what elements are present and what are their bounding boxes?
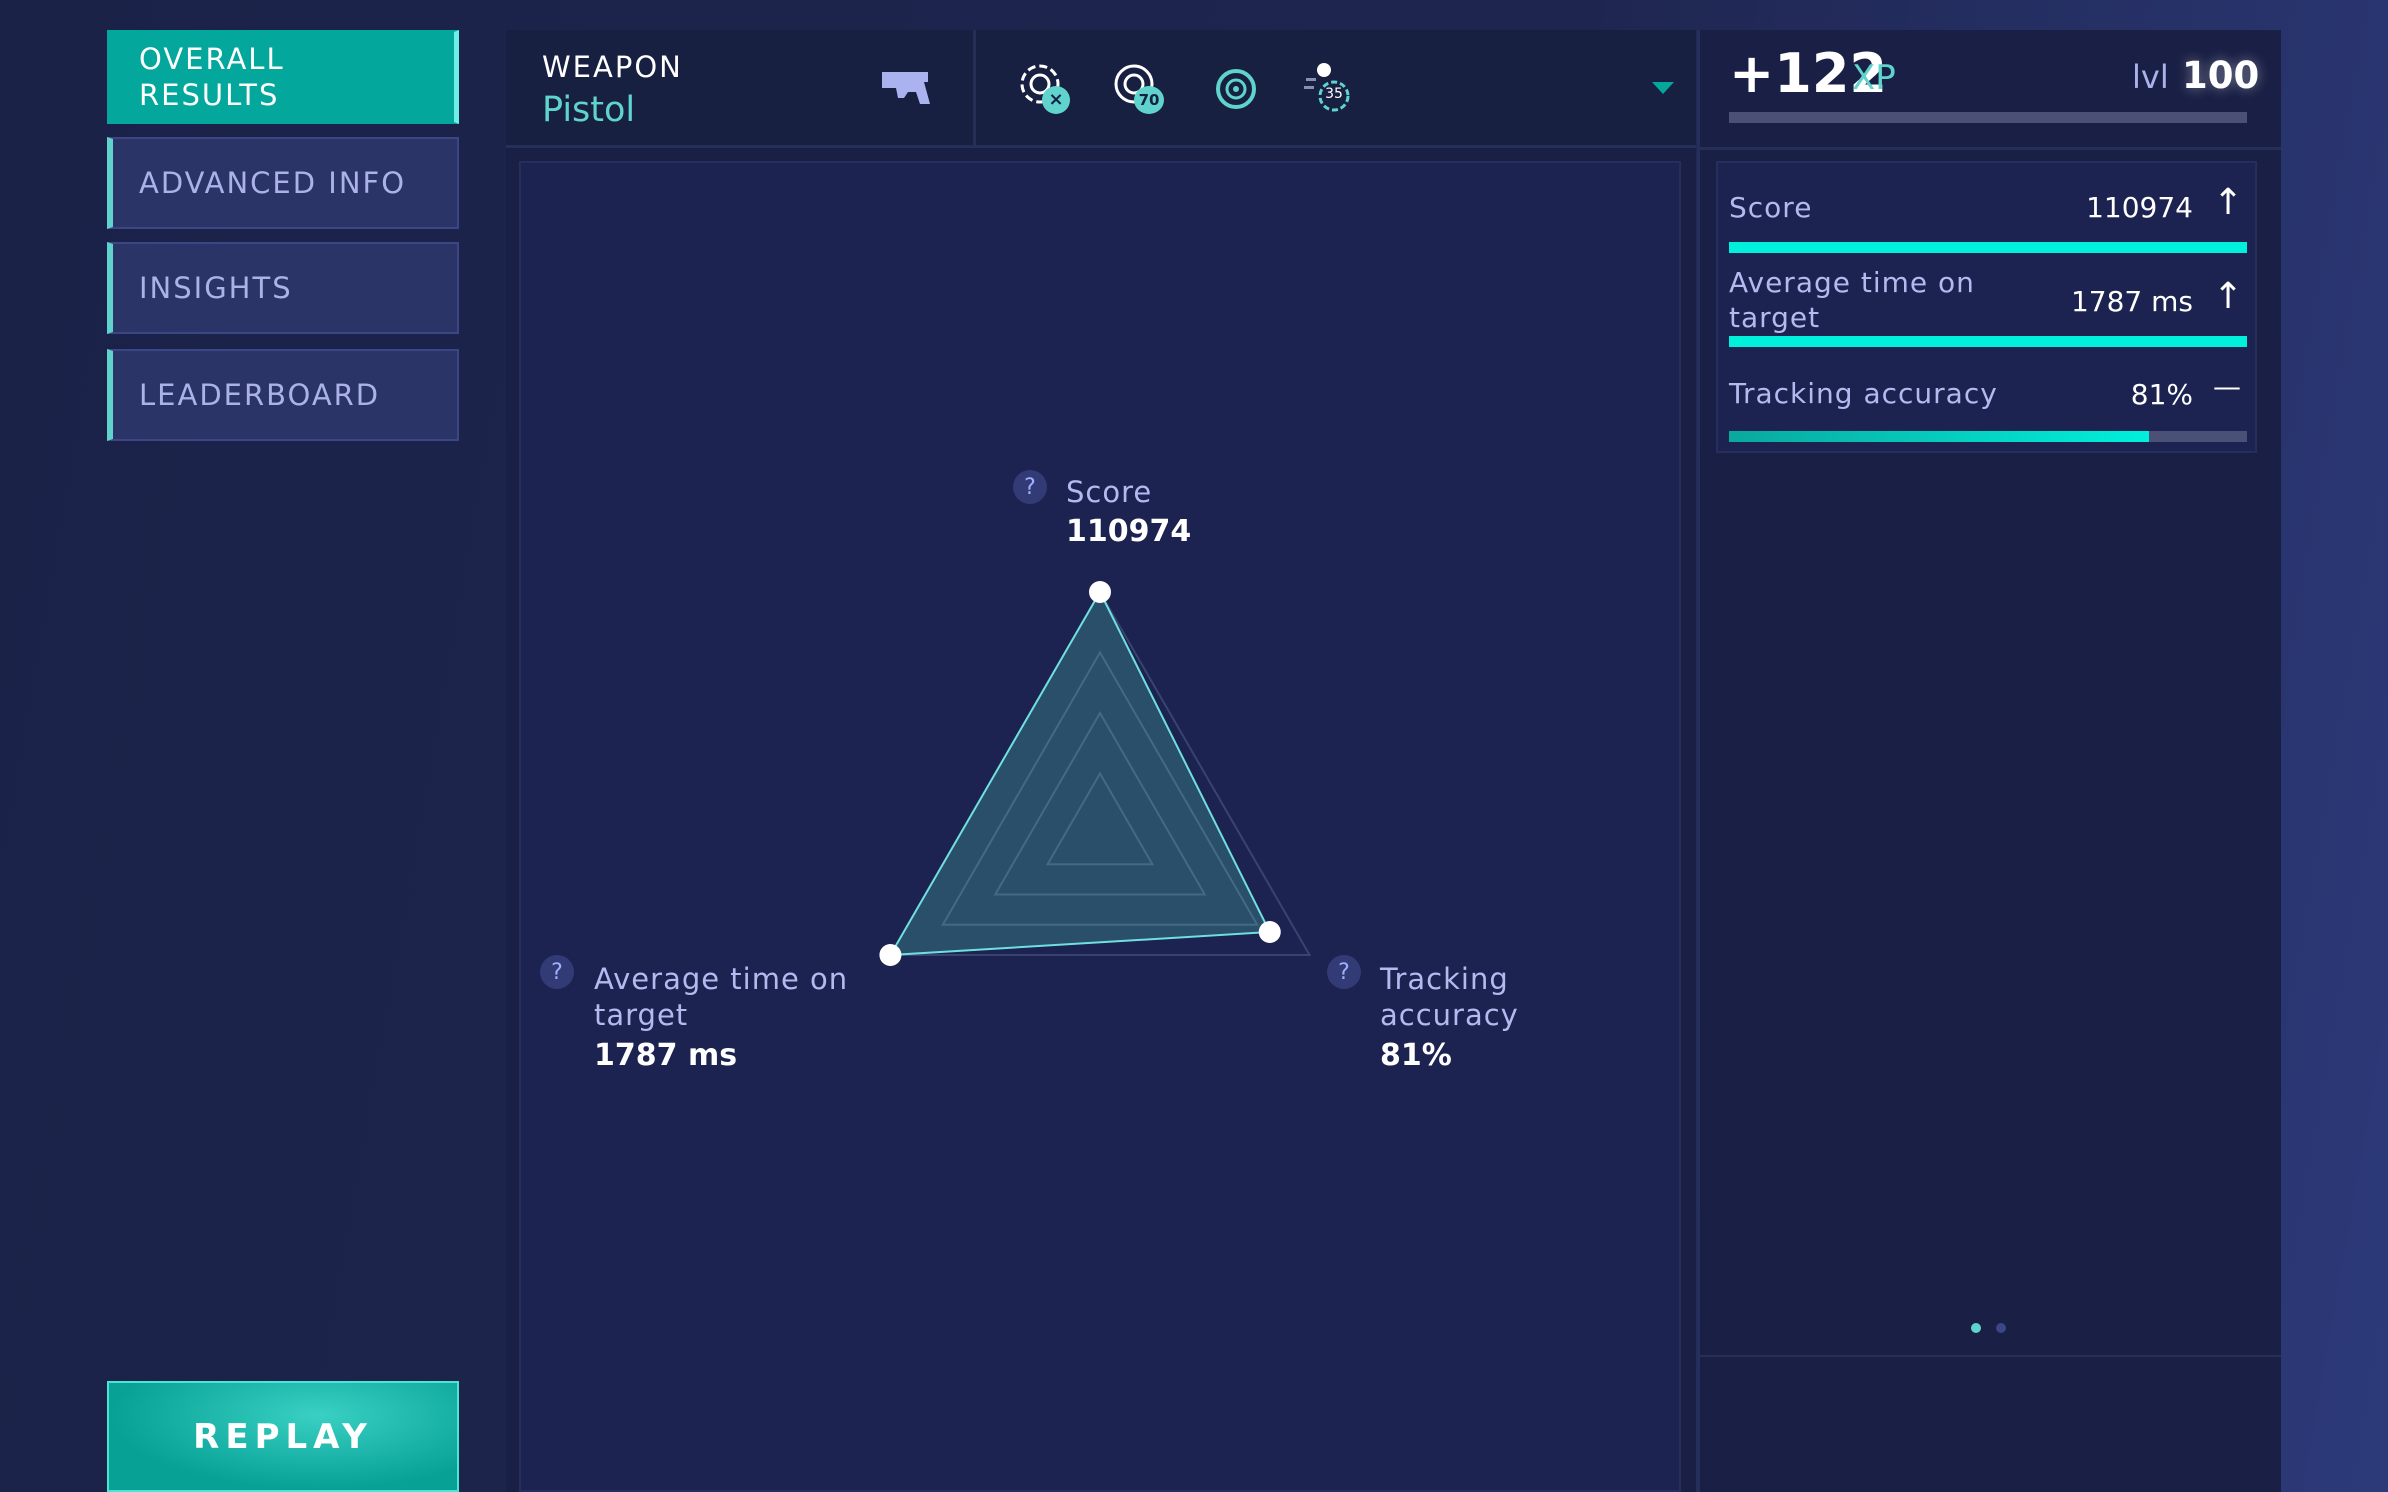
radar-value-tracking: 81% [1380, 1038, 1452, 1073]
replay-button[interactable]: REPLAY [107, 1381, 459, 1492]
nav-insights[interactable]: INSIGHTS [107, 242, 459, 334]
tracking-help-icon[interactable]: ? [1327, 955, 1361, 989]
radar-label-tracking: Tracking accuracy [1380, 962, 1519, 1032]
weapon-heading: WEAPON [542, 50, 683, 84]
radar-value-score: 110974 [1066, 514, 1192, 549]
stat-bar-score [1729, 242, 2247, 253]
weapon-name: Pistol [542, 90, 636, 130]
avg-time-help-icon[interactable]: ? [540, 955, 574, 989]
score-help-icon[interactable]: ? [1013, 470, 1047, 504]
radar-value-avg-time: 1787 ms [594, 1038, 738, 1073]
nav-overall-results[interactable]: OVERALL RESULTS [107, 30, 459, 124]
stat-value-tracking: 81% [2130, 378, 2193, 411]
page-dot-active[interactable] [1971, 1323, 1981, 1333]
xp-unit: XP [1852, 58, 1896, 98]
moving-target-icon[interactable]: 35 [1304, 62, 1360, 118]
stat-value-score: 110974 [2086, 191, 2193, 224]
divider [1697, 147, 2281, 150]
level-value: 100 [2182, 54, 2260, 97]
stat-bar-tracking [1729, 431, 2247, 442]
nav-advanced-info[interactable]: ADVANCED INFO [107, 137, 459, 229]
trend-up-icon: ↑ [2213, 276, 2244, 317]
xp-progress-bar [1729, 112, 2247, 123]
divider [973, 30, 976, 148]
dropdown-caret-icon[interactable] [1652, 82, 1674, 94]
target-miss-icon[interactable]: × [1018, 62, 1070, 114]
stat-label-tracking: Tracking accuracy [1729, 377, 1998, 410]
bullseye-icon[interactable] [1212, 66, 1258, 112]
trend-flat-icon: — [2213, 370, 2241, 403]
stat-label-score: Score [1729, 191, 1813, 224]
weapon-header: WEAPON Pistol × 70 35 [506, 30, 1696, 148]
divider [1697, 1355, 2281, 1357]
trend-up-icon: ↑ [2213, 182, 2244, 223]
stat-bar-avg-time [1729, 336, 2247, 347]
radar-chart-panel [519, 161, 1681, 1492]
radar-label-score: Score [1066, 475, 1153, 509]
stat-label-avg-time: Average time on target [1729, 266, 1975, 334]
radar-label-avg-time: Average time on target [594, 962, 849, 1032]
level-label: lvl [2132, 58, 2169, 96]
stat-value-avg-time: 1787 ms [2070, 285, 2193, 318]
pistol-icon[interactable] [878, 66, 934, 114]
target-hits-icon[interactable]: 70 [1112, 62, 1164, 114]
nav-leaderboard[interactable]: LEADERBOARD [107, 349, 459, 441]
page-dot[interactable] [1996, 1323, 2006, 1333]
